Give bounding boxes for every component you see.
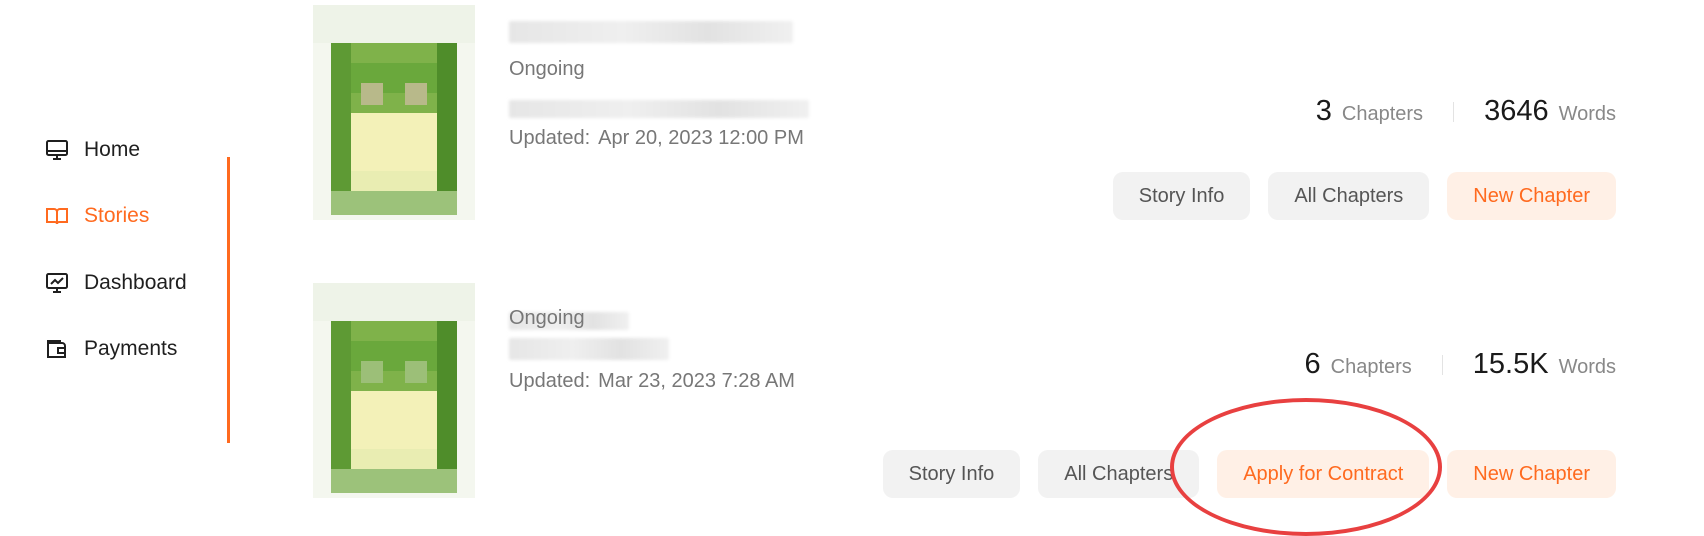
story-cover-image[interactable]	[313, 283, 475, 498]
story-actions: Story Info All Chapters New Chapter	[1095, 172, 1616, 220]
story-meta-redacted	[509, 338, 669, 360]
story-info-button[interactable]: Story Info	[882, 450, 1021, 498]
word-count: 3646	[1484, 95, 1549, 127]
chapter-count: 3	[1315, 95, 1332, 127]
updated-label: Updated:	[509, 370, 591, 392]
story-card: Ongoing Updated: Mar 23, 2023 7:28 AM 6 C…	[0, 278, 1704, 518]
new-chapter-button[interactable]: New Chapter	[1447, 172, 1616, 220]
story-actions: Story Info All Chapters Apply for Contra…	[865, 450, 1616, 498]
story-meta-redacted	[509, 100, 809, 118]
all-chapters-button[interactable]: All Chapters	[1268, 172, 1430, 220]
new-chapter-button[interactable]: New Chapter	[1447, 450, 1616, 498]
chapter-count: 6	[1304, 348, 1321, 380]
story-updated: Updated: Mar 23, 2023 7:28 AM	[509, 370, 795, 393]
updated-label: Updated:	[509, 127, 591, 149]
stat-divider	[1441, 354, 1443, 375]
story-status: Ongoing	[509, 58, 585, 80]
apply-for-contract-button[interactable]: Apply for Contract	[1217, 450, 1430, 498]
word-count: 15.5K	[1472, 348, 1549, 380]
all-chapters-button[interactable]: All Chapters	[1038, 450, 1200, 498]
story-status: Ongoing	[509, 307, 585, 329]
story-info-button[interactable]: Story Info	[1112, 172, 1251, 220]
story-cover-image[interactable]	[313, 5, 475, 220]
word-unit: Words	[1558, 103, 1616, 125]
story-updated: Updated: Apr 20, 2023 12:00 PM	[509, 127, 804, 150]
story-card: Ongoing Updated: Apr 20, 2023 12:00 PM 3 …	[0, 0, 1704, 240]
chapter-unit: Chapters	[1341, 103, 1424, 125]
story-stats: 6 Chapters 15.5K Words	[1304, 348, 1616, 381]
story-stats: 3 Chapters 3646 Words	[1316, 95, 1616, 128]
word-unit: Words	[1558, 356, 1616, 378]
updated-value: Apr 20, 2023 12:00 PM	[598, 127, 804, 149]
stat-divider	[1453, 101, 1455, 122]
chapter-unit: Chapters	[1330, 356, 1412, 378]
updated-value: Mar 23, 2023 7:28 AM	[598, 370, 795, 392]
story-title-redacted[interactable]	[509, 21, 793, 43]
